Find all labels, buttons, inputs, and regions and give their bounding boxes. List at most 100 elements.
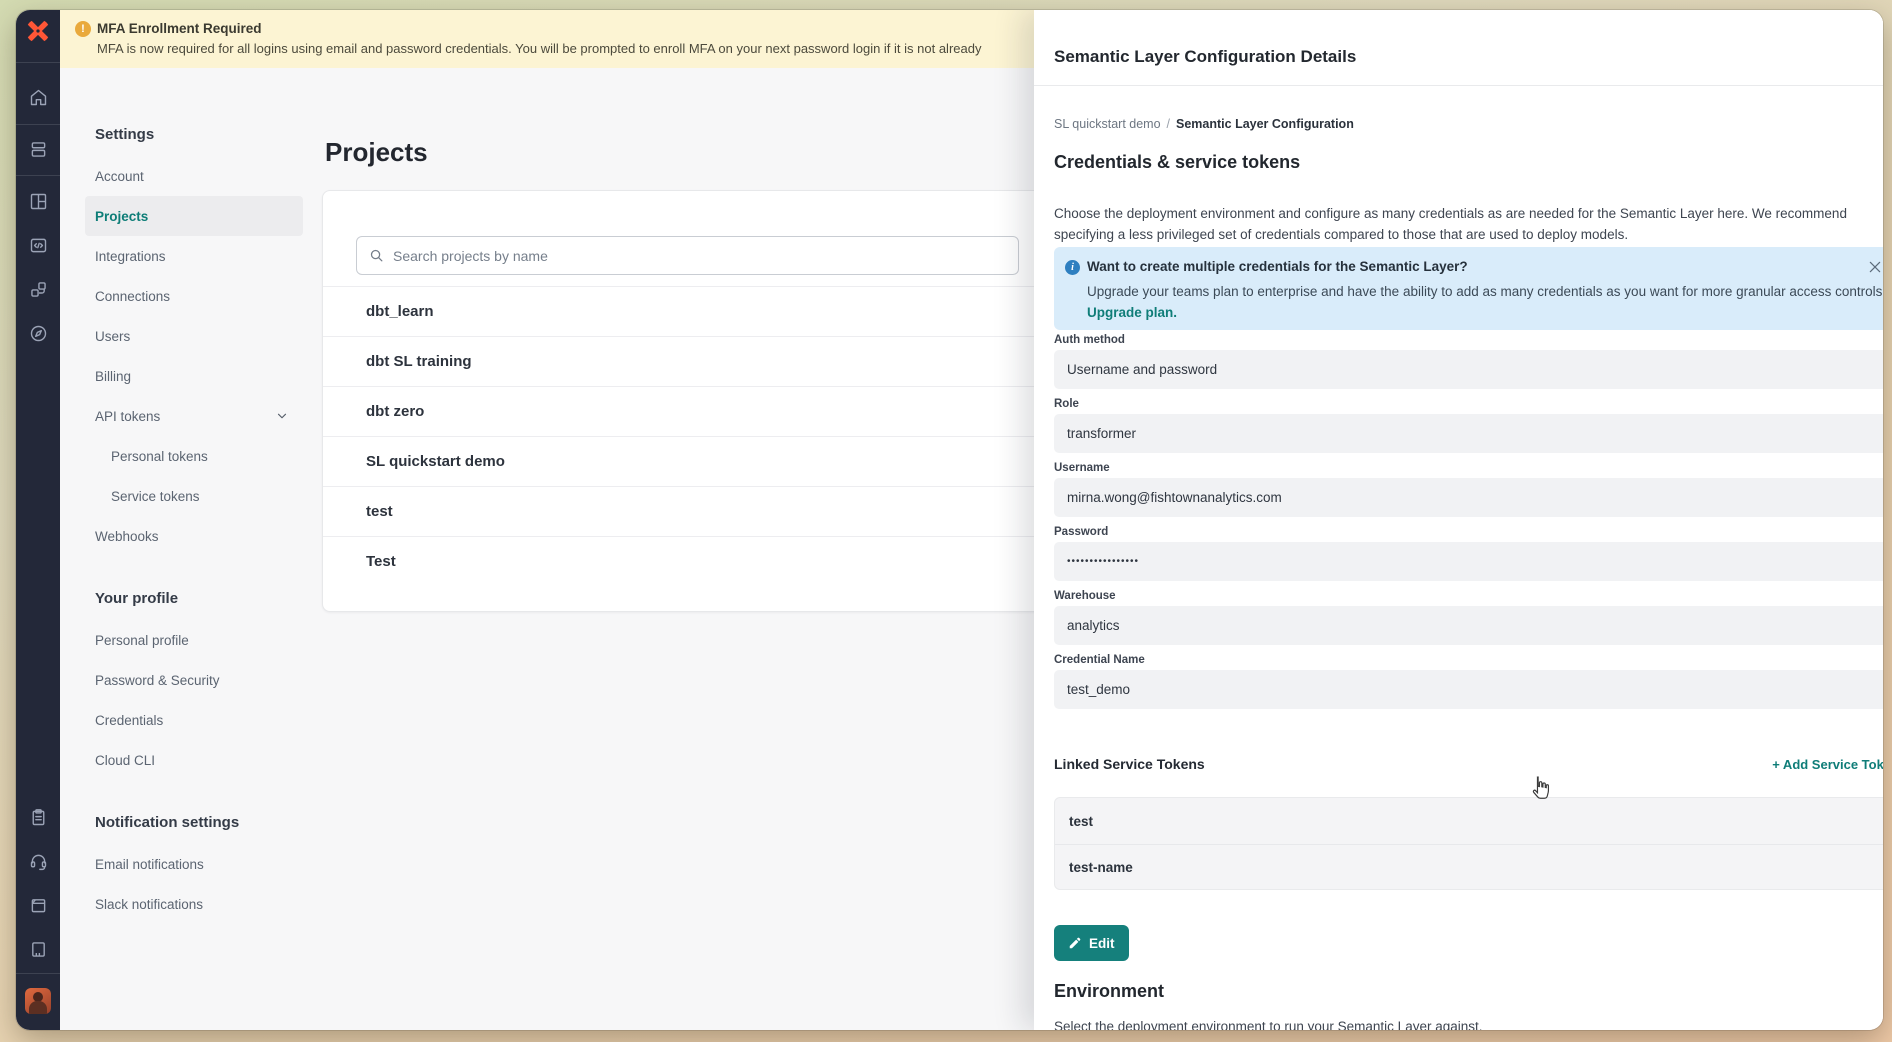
project-name: dbt SL training	[366, 353, 472, 370]
project-name: SL quickstart demo	[366, 453, 505, 470]
nav-item-personal-profile[interactable]: Personal profile	[85, 620, 303, 660]
rail-divider	[16, 62, 60, 63]
semantic-layer-drawer: Semantic Layer Configuration Details SL …	[1034, 10, 1883, 1030]
nav-item-slack-notifications[interactable]: Slack notifications	[85, 884, 303, 924]
breadcrumb-parent[interactable]: SL quickstart demo	[1054, 117, 1161, 131]
project-row[interactable]: dbt SL training	[323, 336, 1051, 386]
nav-item-billing[interactable]: Billing	[85, 356, 303, 396]
field-credential-name: Credential Name test_demo	[1054, 654, 1883, 709]
dbt-logo-icon[interactable]	[25, 18, 51, 44]
breadcrumb: SL quickstart demo / Semantic Layer Config…	[1054, 117, 1354, 131]
password-input[interactable]: ••••••••••••••••	[1054, 542, 1883, 581]
sidebar-deploy-button[interactable]	[16, 127, 60, 171]
notebook-icon	[28, 895, 49, 916]
field-warehouse: Warehouse analytics	[1054, 590, 1883, 645]
nav-item-cloud-cli[interactable]: Cloud CLI	[85, 740, 303, 780]
nav-item-label: Connections	[95, 289, 170, 304]
project-row[interactable]: SL quickstart demo	[323, 436, 1051, 486]
nav-item-users[interactable]: Users	[85, 316, 303, 356]
field-label: Credential Name	[1054, 654, 1883, 666]
credential-name-input[interactable]: test_demo	[1054, 670, 1883, 709]
settings-nav-title: Settings	[85, 122, 303, 152]
nav-item-service-tokens[interactable]: Service tokens	[85, 476, 303, 516]
user-avatar[interactable]	[25, 988, 51, 1014]
field-label: Warehouse	[1054, 590, 1883, 602]
token-row[interactable]: test-name	[1055, 844, 1883, 890]
field-role: Role transformer	[1054, 398, 1883, 453]
home-icon	[28, 87, 49, 108]
credentials-section-description: Choose the deployment environment and co…	[1054, 203, 1883, 245]
sidebar-dashboards-button[interactable]	[16, 179, 60, 223]
deploy-icon	[28, 139, 49, 160]
project-row[interactable]: Test	[323, 536, 1051, 586]
nav-item-webhooks[interactable]: Webhooks	[85, 516, 303, 556]
nav-item-label: Users	[95, 329, 130, 344]
banner-body: MFA is now required for all logins using…	[97, 41, 981, 56]
sidebar-catalog-button[interactable]	[16, 927, 60, 971]
nav-item-label: Projects	[95, 209, 148, 224]
linked-tokens-title: Linked Service Tokens	[1054, 756, 1205, 772]
avatar-body	[29, 1001, 47, 1014]
field-auth-method: Auth method Username and password	[1054, 334, 1883, 389]
nav-item-personal-tokens[interactable]: Personal tokens	[85, 436, 303, 476]
nav-item-label: Account	[95, 169, 144, 184]
storage-card-icon	[28, 939, 49, 960]
icon-rail	[16, 10, 60, 1030]
banner-title: MFA Enrollment Required	[97, 21, 262, 36]
upgrade-info-banner: i Want to create multiple credentials fo…	[1054, 247, 1883, 330]
nav-item-connections[interactable]: Connections	[85, 276, 303, 316]
project-row[interactable]: test	[323, 486, 1051, 536]
warehouse-input[interactable]: analytics	[1054, 606, 1883, 645]
rail-divider	[16, 124, 60, 125]
nav-item-label: Personal tokens	[111, 449, 208, 464]
token-row[interactable]: test	[1055, 798, 1883, 844]
projects-card: dbt_learn dbt SL training dbt zero SL qu…	[322, 190, 1052, 612]
app-window: ! MFA Enrollment Required MFA is now req…	[16, 10, 1883, 1030]
edit-button[interactable]: Edit	[1054, 925, 1129, 961]
add-service-token-button[interactable]: + Add Service Token	[1772, 757, 1883, 772]
field-label: Password	[1054, 526, 1883, 538]
info-close-icon[interactable]	[1867, 259, 1883, 275]
linked-tokens-list: test test-name	[1054, 797, 1883, 890]
project-row[interactable]: dbt_learn	[323, 286, 1051, 336]
search-input[interactable]	[393, 248, 1006, 264]
sidebar-jobs-button[interactable]	[16, 267, 60, 311]
sidebar-support-button[interactable]	[16, 839, 60, 883]
field-password: Password ••••••••••••••••	[1054, 526, 1883, 581]
linked-tokens-header: Linked Service Tokens + Add Service Toke…	[1054, 756, 1883, 772]
breadcrumb-current: Semantic Layer Configuration	[1176, 117, 1354, 131]
project-row[interactable]: dbt zero	[323, 386, 1051, 436]
field-label: Auth method	[1054, 334, 1883, 346]
project-search[interactable]	[356, 236, 1019, 275]
nav-item-password-security[interactable]: Password & Security	[85, 660, 303, 700]
nav-item-email-notifications[interactable]: Email notifications	[85, 844, 303, 884]
your-profile-title: Your profile	[85, 586, 303, 616]
username-input[interactable]: mirna.wong@fishtownanalytics.com	[1054, 478, 1883, 517]
nav-item-integrations[interactable]: Integrations	[85, 236, 303, 276]
project-name: dbt_learn	[366, 303, 434, 320]
nav-item-label: API tokens	[95, 409, 160, 424]
search-icon	[369, 248, 384, 263]
breadcrumb-separator: /	[1167, 117, 1170, 131]
sidebar-home-button[interactable]	[16, 75, 60, 119]
sidebar-explore-button[interactable]	[16, 311, 60, 355]
sidebar-docs-button[interactable]	[16, 883, 60, 927]
drawer-header: Semantic Layer Configuration Details	[1034, 10, 1883, 86]
nav-item-credentials[interactable]: Credentials	[85, 700, 303, 740]
dashboards-icon	[28, 191, 49, 212]
nav-item-account[interactable]: Account	[85, 156, 303, 196]
sidebar-tasks-button[interactable]	[16, 795, 60, 839]
environment-section-title: Environment	[1054, 981, 1164, 1002]
nav-item-api-tokens[interactable]: API tokens	[85, 396, 303, 436]
token-name: test	[1069, 814, 1093, 829]
nav-item-label: Integrations	[95, 249, 166, 264]
role-input[interactable]: transformer	[1054, 414, 1883, 453]
project-name: dbt zero	[366, 403, 424, 420]
upgrade-plan-link[interactable]: Upgrade plan.	[1087, 305, 1177, 320]
nav-item-label: Webhooks	[95, 529, 159, 544]
sidebar-develop-button[interactable]	[16, 223, 60, 267]
auth-method-input[interactable]: Username and password	[1054, 350, 1883, 389]
nav-item-projects[interactable]: Projects	[85, 196, 303, 236]
compass-icon	[28, 323, 49, 344]
settings-nav: Settings Account Projects Integrations C…	[85, 122, 303, 924]
